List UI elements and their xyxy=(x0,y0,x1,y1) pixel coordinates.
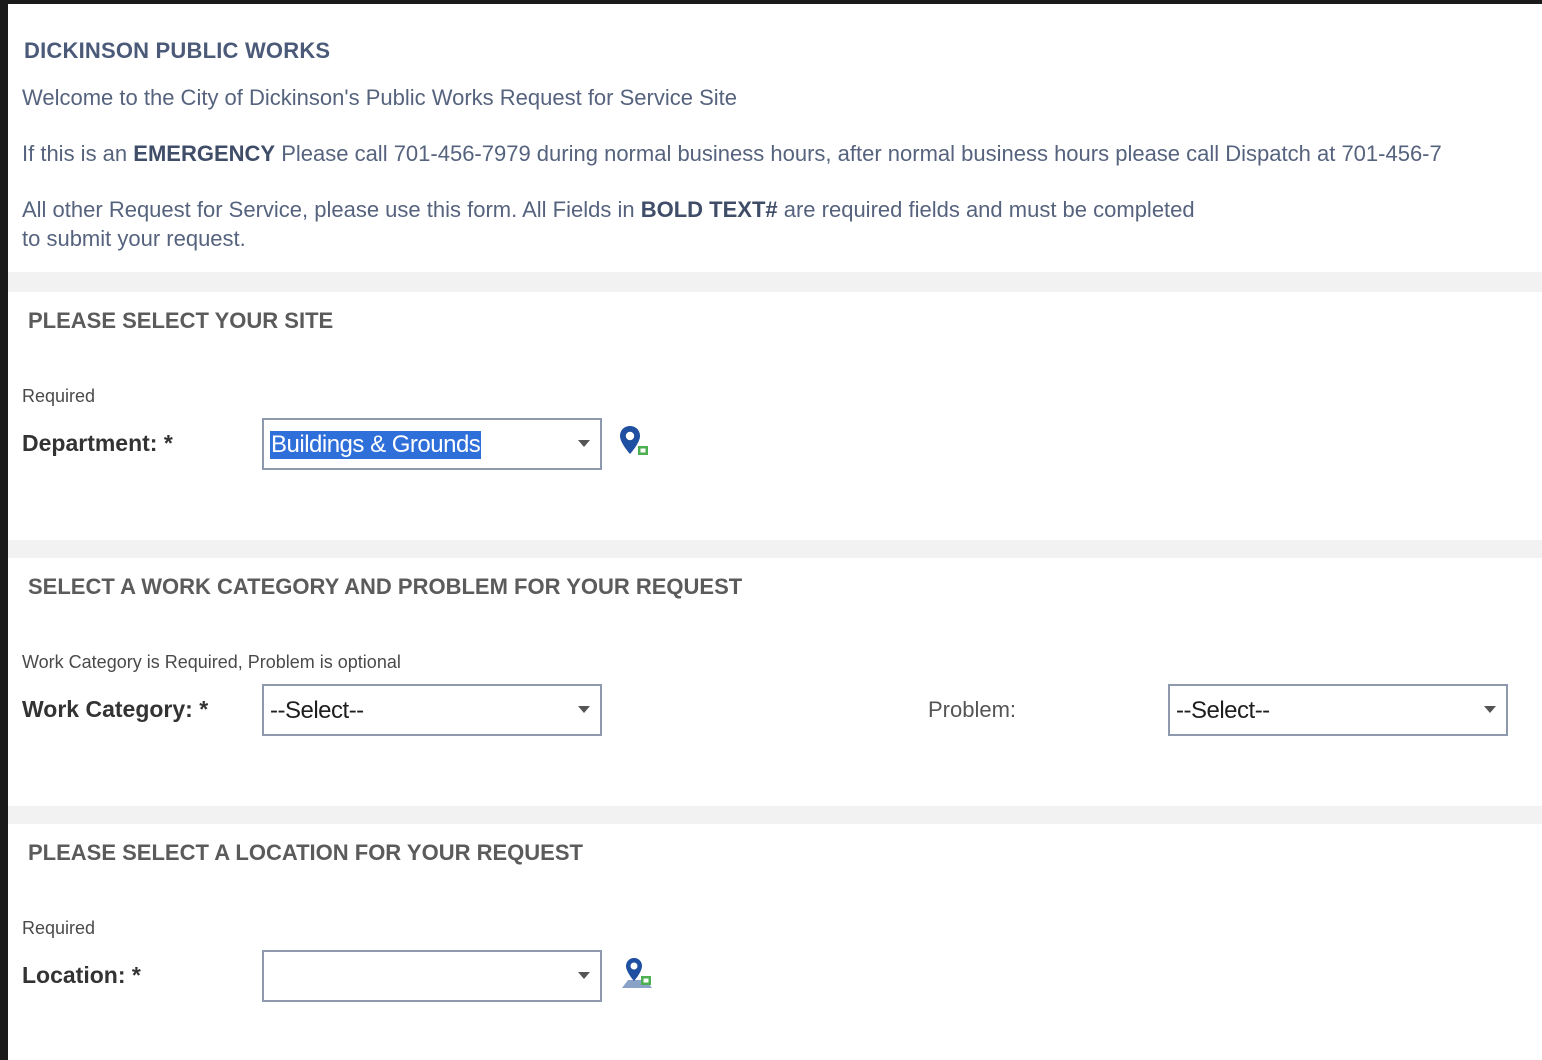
problem-label: Problem: xyxy=(928,697,1017,722)
chevron-down-icon xyxy=(578,972,590,979)
map-location-icon[interactable] xyxy=(620,956,654,992)
work-category-label: Work Category: * xyxy=(22,696,209,722)
site-required-hint: Required xyxy=(22,386,96,406)
emergency-suffix: Please call 701-456-7979 during normal b… xyxy=(275,141,1442,166)
problem-value: --Select-- xyxy=(1176,697,1270,724)
chevron-down-icon xyxy=(578,706,590,713)
map-pin-icon[interactable] xyxy=(618,424,652,460)
site-section: PLEASE SELECT YOUR SITE Required Departm… xyxy=(8,292,1542,540)
work-category-select[interactable]: --Select-- xyxy=(262,684,602,736)
instructions-prefix: All other Request for Service, please us… xyxy=(22,197,641,222)
instructions-suffix: are required fields and must be complete… xyxy=(777,197,1195,222)
emergency-prefix: If this is an xyxy=(22,141,134,166)
chevron-down-icon xyxy=(1484,706,1496,713)
emergency-text: If this is an EMERGENCY Please call 701-… xyxy=(22,140,1442,168)
problem-select[interactable]: --Select-- xyxy=(1168,684,1508,736)
location-section: PLEASE SELECT A LOCATION FOR YOUR REQUES… xyxy=(8,824,1542,1060)
section-divider xyxy=(8,806,1542,824)
department-label: Department: * xyxy=(22,430,173,456)
location-label: Location: * xyxy=(22,962,141,988)
location-select[interactable] xyxy=(262,950,602,1002)
category-hint: Work Category is Required, Problem is op… xyxy=(22,652,401,672)
department-select[interactable]: Buildings & Grounds xyxy=(262,418,602,470)
location-required-hint: Required xyxy=(22,918,96,938)
site-section-title: PLEASE SELECT YOUR SITE xyxy=(28,308,334,333)
category-section-title: SELECT A WORK CATEGORY AND PROBLEM FOR Y… xyxy=(28,574,743,599)
section-divider xyxy=(8,540,1542,558)
emergency-bold: EMERGENCY xyxy=(133,141,276,166)
section-divider xyxy=(8,272,1542,292)
instructions-bold: BOLD TEXT# xyxy=(640,197,778,222)
category-section: SELECT A WORK CATEGORY AND PROBLEM FOR Y… xyxy=(8,558,1542,806)
welcome-text: Welcome to the City of Dickinson's Publi… xyxy=(22,85,737,110)
instructions-line-2: to submit your request. xyxy=(22,226,246,251)
chevron-down-icon xyxy=(578,440,590,447)
work-category-value: --Select-- xyxy=(270,697,364,724)
page-title: DICKINSON PUBLIC WORKS xyxy=(24,38,331,63)
location-section-title: PLEASE SELECT A LOCATION FOR YOUR REQUES… xyxy=(28,840,583,865)
instructions-text: All other Request for Service, please us… xyxy=(22,196,1195,224)
intro-panel: DICKINSON PUBLIC WORKS Welcome to the Ci… xyxy=(8,4,1542,272)
department-value: Buildings & Grounds xyxy=(270,431,482,459)
